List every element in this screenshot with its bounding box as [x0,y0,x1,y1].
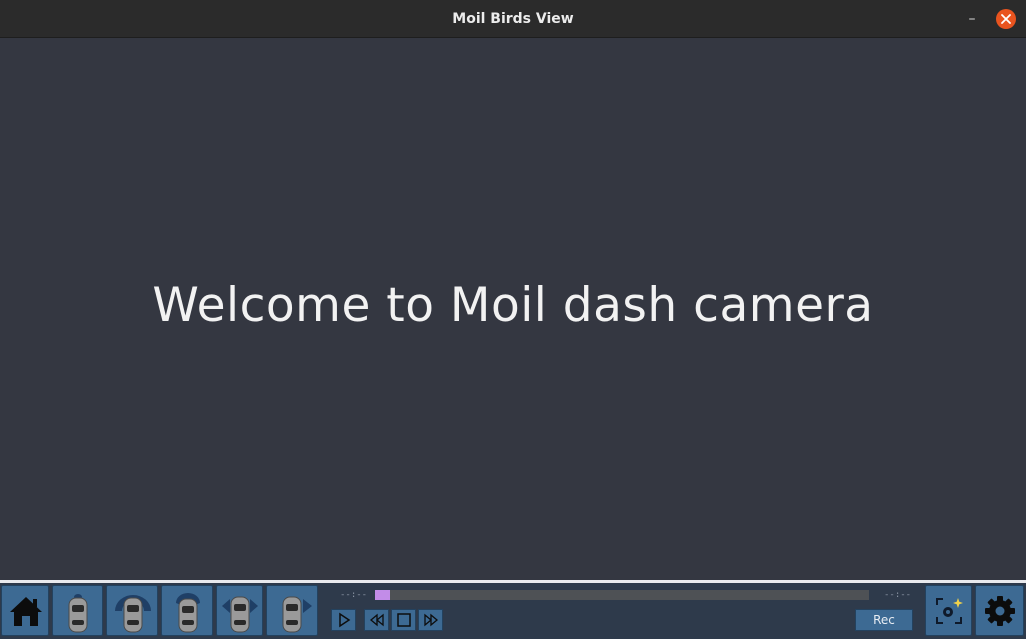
car-view-front-wide-button[interactable] [106,585,158,636]
progress-slider[interactable] [375,590,869,600]
video-display-area: Welcome to Moil dash camera [0,38,1026,580]
home-button[interactable] [1,585,49,636]
time-current: --:-- [340,590,368,600]
home-icon [10,597,42,626]
car-front-icon [176,593,200,633]
welcome-message: Welcome to Moil dash camera [152,278,874,333]
close-button[interactable] [996,9,1016,29]
rewind-button[interactable] [364,609,389,631]
car-view-original-button[interactable] [52,585,103,636]
title-bar: Moil Birds View – [0,0,1026,38]
time-total: --:-- [884,590,912,600]
camera-snapshot-button[interactable] [925,585,972,636]
close-icon [1001,14,1011,24]
record-button[interactable]: Rec [855,609,913,631]
rewind-icon [369,613,384,627]
fast-forward-icon [424,613,439,627]
play-icon [339,612,351,628]
minimize-button[interactable]: – [962,9,982,29]
car-sides-icon [222,596,258,633]
play-button[interactable] [331,609,356,631]
car-front-wide-icon [115,595,151,633]
settings-button[interactable] [975,585,1024,636]
window-title: Moil Birds View [452,11,574,27]
car-view-sides-button[interactable] [216,585,263,636]
gear-icon [985,596,1015,626]
car-icon [68,594,88,633]
car-view-right-button[interactable] [266,585,318,636]
car-view-front-button[interactable] [161,585,213,636]
stop-button[interactable] [391,609,416,631]
stop-icon [397,613,411,627]
car-right-icon [282,596,312,633]
fast-forward-button[interactable] [418,609,443,631]
camera-sparkle-icon [936,598,963,624]
progress-handle[interactable] [375,590,390,600]
